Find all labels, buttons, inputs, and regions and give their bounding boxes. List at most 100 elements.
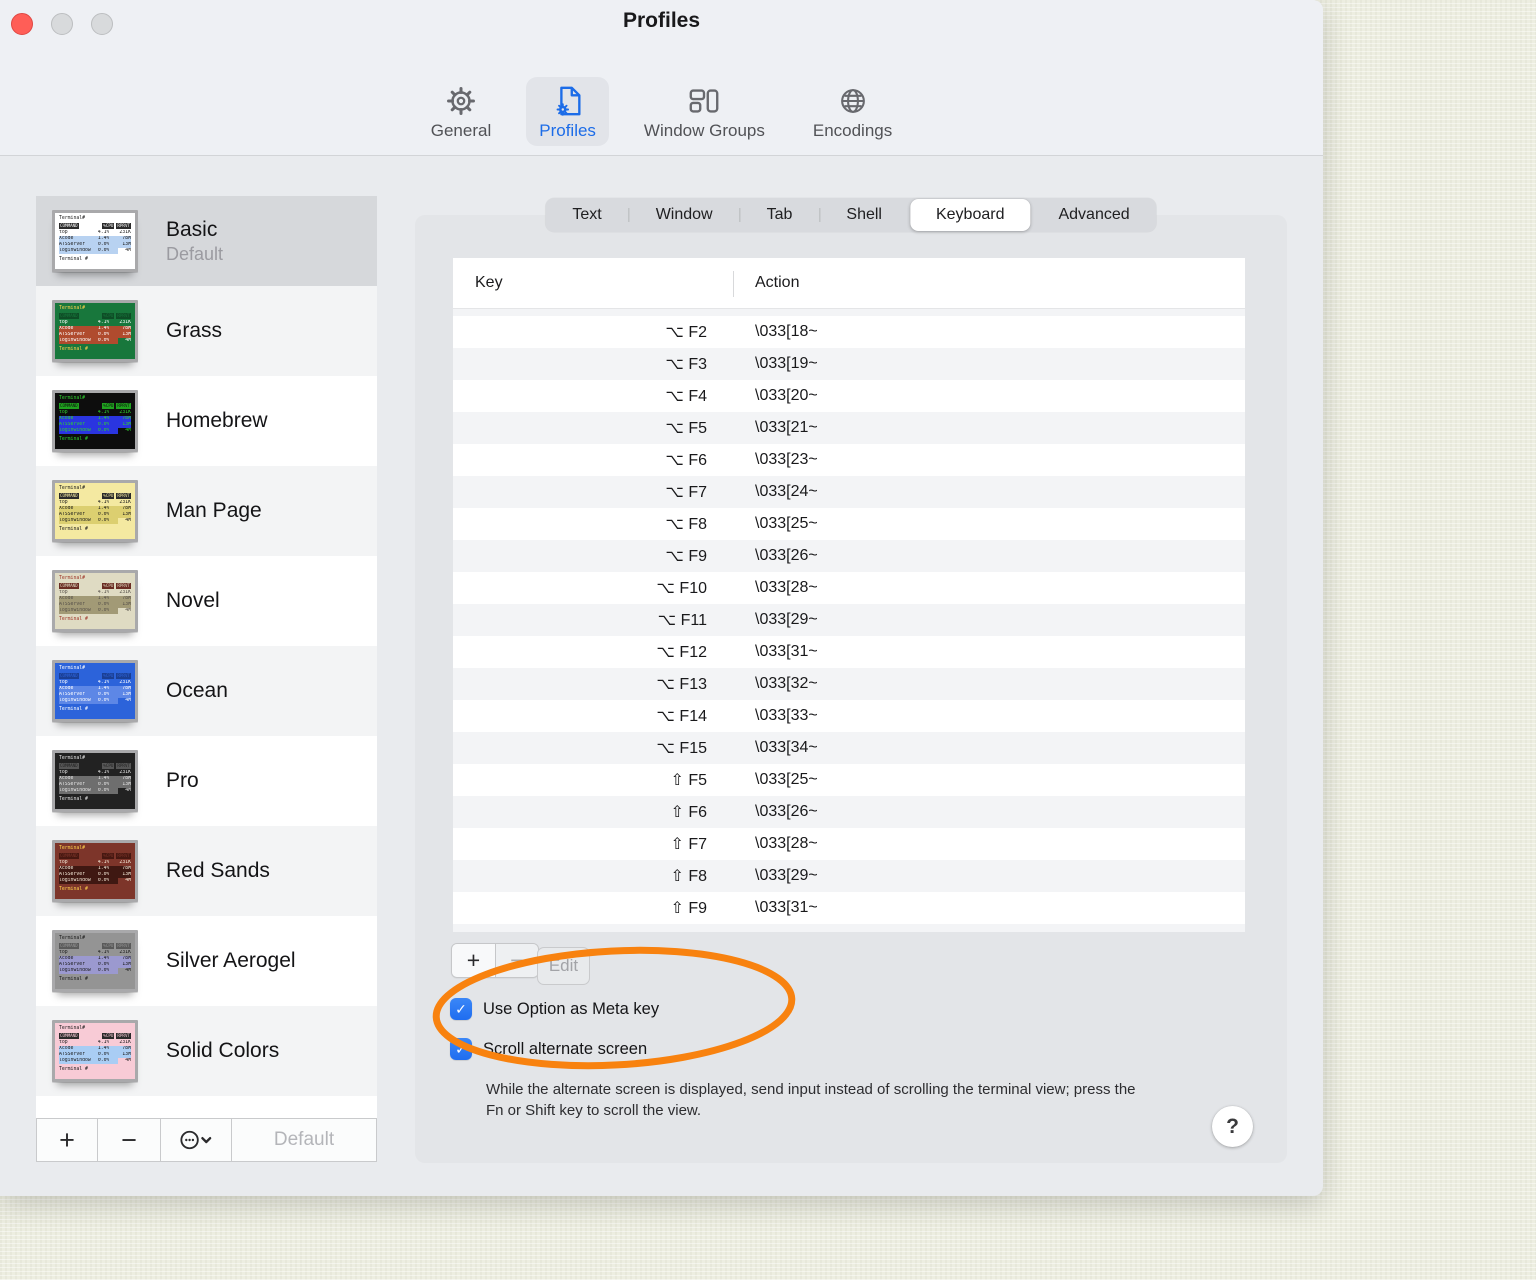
- toolbar-item-general[interactable]: General: [418, 77, 504, 146]
- help-button[interactable]: ?: [1212, 1106, 1253, 1147]
- sidebar-item-solid-colors[interactable]: Terminal# COMMAND %CPU RPRVT top 4.1% 231K Xcod…: [36, 1006, 377, 1096]
- profile-name: Homebrew: [166, 409, 268, 432]
- checkbox-label: Use Option as Meta key: [483, 999, 660, 1018]
- thumb-text: 0.0%: [97, 607, 110, 613]
- sidebar-item-homebrew[interactable]: Terminal# COMMAND %CPU RPRVT top 4.1% 231K Xcod…: [36, 376, 377, 466]
- table-header: Key Action: [453, 258, 1245, 309]
- tab-text[interactable]: Text: [545, 198, 628, 232]
- thumb-text-row: loginwindow 0.0% 4M: [59, 787, 131, 794]
- key-mapping-row[interactable]: ⌥ F3 \033[19~: [453, 348, 1245, 380]
- profile-item-text: Basic Default: [166, 218, 223, 265]
- key-cell: ⌥ F6: [665, 452, 707, 469]
- key-mapping-row[interactable]: ⇧ F5 \033[25~: [453, 764, 1245, 796]
- key-cell: ⌥ F15: [656, 740, 707, 757]
- key-mapping-row[interactable]: ⇧ F7 \033[28~: [453, 828, 1245, 860]
- profiles-sidebar-list: Terminal# COMMAND %CPU RPRVT top 4.1% 231K Xcod…: [36, 196, 377, 1118]
- edit-key-button[interactable]: Edit: [537, 947, 590, 985]
- thumb-text: 0.0%: [97, 697, 110, 703]
- thumb-column-chips: COMMAND %CPU RPRVT: [59, 763, 131, 769]
- thumb-text: loginwindow: [59, 697, 91, 703]
- thumb-text-row: loginwindow 0.0% 4M: [59, 877, 131, 884]
- key-mapping-row[interactable]: ⌥ F6 \033[23~: [453, 444, 1245, 476]
- key-mapping-row[interactable]: ⇧ F8 \033[29~: [453, 860, 1245, 892]
- profile-name: Basic: [166, 217, 218, 241]
- thumb-column-chips: COMMAND %CPU RPRVT: [59, 673, 131, 679]
- key-mapping-row[interactable]: ⌥ F12 \033[31~: [453, 636, 1245, 668]
- set-default-button[interactable]: Default: [232, 1119, 376, 1161]
- checkbox-checked-icon: ✓: [450, 998, 472, 1020]
- sidebar-item-red-sands[interactable]: Terminal# COMMAND %CPU RPRVT top 4.1% 231K Xcod…: [36, 826, 377, 916]
- thumb-text: RPRVT: [116, 673, 131, 679]
- key-mapping-row[interactable]: ⌥ F15 \033[34~: [453, 732, 1245, 764]
- key-mapping-row[interactable]: ⇧ F6 \033[26~: [453, 796, 1245, 828]
- sidebar-item-silver-aerogel[interactable]: Terminal# COMMAND %CPU RPRVT top 4.1% 231K Xcod…: [36, 916, 377, 1006]
- thumb-text: Terminal #: [59, 526, 88, 532]
- scroll-alternate-screen-checkbox[interactable]: ✓ Scroll alternate screen: [450, 1038, 647, 1060]
- key-mapping-row[interactable]: ⌥ F11 \033[29~: [453, 604, 1245, 636]
- action-cell: \033[29~: [755, 611, 818, 628]
- key-mapping-row[interactable]: ⌥ F13 \033[32~: [453, 668, 1245, 700]
- key-mapping-row[interactable]: ⌥ F7 \033[24~: [453, 476, 1245, 508]
- key-mapping-row[interactable]: ⌥ F10 \033[28~: [453, 572, 1245, 604]
- profile-name: Silver Aerogel: [166, 949, 296, 972]
- thumb-text: 0.0%: [97, 787, 110, 793]
- thumb-text: Terminal#: [59, 306, 85, 311]
- sidebar-item-grass[interactable]: Terminal# COMMAND %CPU RPRVT top 4.1% 231K Xcod…: [36, 286, 377, 376]
- thumb-text: RPRVT: [116, 223, 131, 229]
- thumb-text-row: loginwindow 0.0% 4M: [59, 427, 131, 434]
- key-mapping-row[interactable]: ⌥ F8 \033[25~: [453, 508, 1245, 540]
- sidebar-item-novel[interactable]: Terminal# COMMAND %CPU RPRVT top 4.1% 231K Xcod…: [36, 556, 377, 646]
- action-cell: \033[23~: [755, 451, 818, 468]
- action-cell: \033[34~: [755, 739, 818, 756]
- toolbar-item-window-groups[interactable]: Window Groups: [631, 77, 778, 146]
- tab-window[interactable]: Window: [628, 198, 740, 232]
- key-mapping-controls: + − Edit: [451, 942, 751, 988]
- key-mapping-row[interactable]: ⌥ F2 \033[18~: [453, 316, 1245, 348]
- toolbar-item-encodings[interactable]: Encodings: [800, 77, 905, 146]
- action-cell: \033[26~: [755, 803, 818, 820]
- checkbox-label: Scroll alternate screen: [483, 1039, 648, 1058]
- key-cell: ⌥ F13: [656, 676, 707, 693]
- ellipsis-circle-chevron-icon: [178, 1129, 214, 1151]
- more-options-button[interactable]: [161, 1119, 232, 1161]
- thumb-text: loginwindow: [59, 517, 91, 523]
- action-cell: \033[28~: [755, 579, 818, 596]
- keyboard-settings-pane: Text Window Tab Shell Keyboard Advanced Key A…: [415, 198, 1287, 1163]
- key-cell: ⌥ F14: [656, 708, 707, 725]
- sidebar-item-ocean[interactable]: Terminal# COMMAND %CPU RPRVT top 4.1% 231K Xcod…: [36, 646, 377, 736]
- sidebar-item-man-page[interactable]: Terminal# COMMAND %CPU RPRVT top 4.1% 231K Xcod…: [36, 466, 377, 556]
- globe-icon: [836, 84, 870, 118]
- titlebar: Profiles General Profiles Window Groups Enc…: [0, 0, 1323, 156]
- key-mapping-row[interactable]: ⇧ F9 \033[31~: [453, 892, 1245, 924]
- thumb-text: Terminal #: [59, 436, 88, 442]
- key-mapping-row[interactable]: ⌥ F5 \033[21~: [453, 412, 1245, 444]
- key-mapping-row[interactable]: ⌥ F4 \033[20~: [453, 380, 1245, 412]
- toolbar-item-profiles[interactable]: Profiles: [526, 77, 609, 146]
- thumb-text: Terminal #: [59, 256, 88, 262]
- key-mapping-row[interactable]: ⌥ F9 \033[26~: [453, 540, 1245, 572]
- thumb-column-chips: COMMAND %CPU RPRVT: [59, 583, 131, 589]
- tab-tab[interactable]: Tab: [739, 198, 820, 232]
- action-cell: \033[28~: [755, 835, 818, 852]
- thumb-text: COMMAND: [59, 403, 79, 409]
- thumb-text: RPRVT: [116, 943, 131, 949]
- add-key-button[interactable]: +: [452, 944, 495, 977]
- remove-key-button[interactable]: −: [495, 944, 538, 977]
- terminal-preview-thumbnail: Terminal# COMMAND %CPU RPRVT top 4.1% 231K Xcod…: [52, 390, 138, 452]
- thumb-text: 4M: [125, 697, 131, 703]
- gear-icon: [444, 84, 478, 118]
- thumb-column-chips: COMMAND %CPU RPRVT: [59, 853, 131, 859]
- thumb-text: 4M: [125, 967, 131, 973]
- action-cell: \033[29~: [755, 867, 818, 884]
- key-mapping-row[interactable]: ⌥ F14 \033[33~: [453, 700, 1245, 732]
- use-option-as-meta-key-checkbox[interactable]: ✓ Use Option as Meta key: [450, 998, 659, 1020]
- add-profile-button[interactable]: +: [37, 1119, 98, 1161]
- sidebar-item-pro[interactable]: Terminal# COMMAND %CPU RPRVT top 4.1% 231K Xcod…: [36, 736, 377, 826]
- tab-keyboard[interactable]: Keyboard: [909, 199, 1031, 231]
- profile-item-text: Red Sands: [166, 859, 270, 883]
- sidebar-item-basic[interactable]: Terminal# COMMAND %CPU RPRVT top 4.1% 231K Xcod…: [36, 196, 377, 286]
- tab-shell[interactable]: Shell: [819, 198, 909, 232]
- remove-profile-button[interactable]: −: [98, 1119, 161, 1161]
- thumb-text: loginwindow: [59, 877, 91, 883]
- tab-advanced[interactable]: Advanced: [1031, 198, 1156, 232]
